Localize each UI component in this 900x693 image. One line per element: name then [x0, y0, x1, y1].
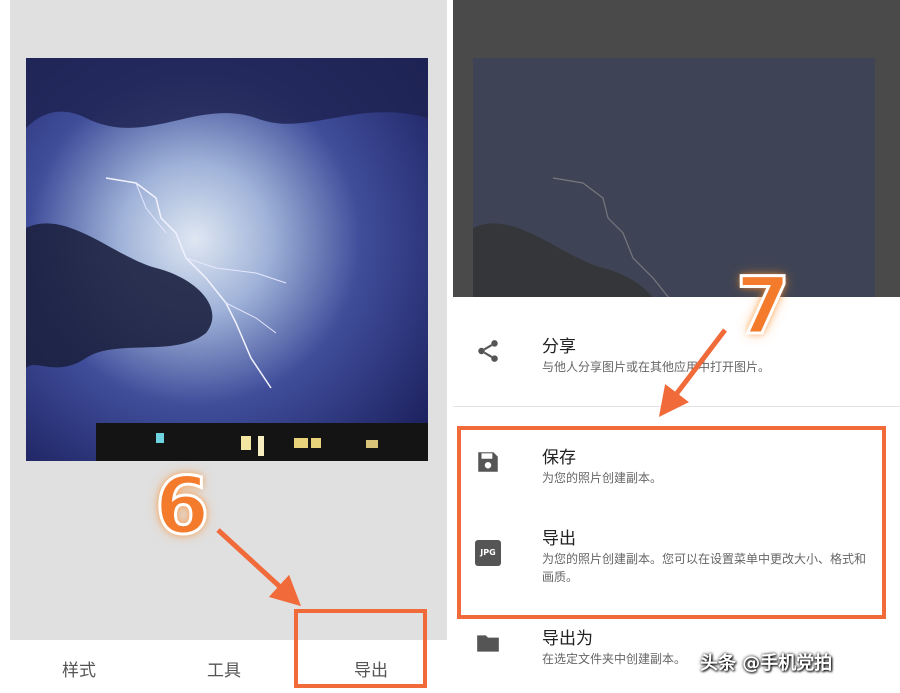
step-number-7: 7 — [734, 261, 791, 354]
watermark: 头条 @手机党拍 — [700, 653, 833, 674]
save-export-highlight — [457, 426, 886, 619]
lightning-photo — [26, 58, 428, 461]
lightning-photo-dimmed — [473, 58, 875, 297]
menu-divider — [453, 406, 900, 407]
tab-styles[interactable]: 样式 — [62, 656, 96, 681]
dimmed-photo-area — [453, 0, 900, 297]
step-number-6: 6 — [153, 461, 210, 554]
share-desc: 与他人分享图片或在其他应用中打开图片。 — [542, 360, 771, 374]
tab-tools[interactable]: 工具 — [207, 656, 241, 681]
export-tab-highlight — [294, 609, 427, 688]
folder-icon — [477, 635, 499, 652]
export-as-title[interactable]: 导出为 — [542, 624, 593, 649]
share-title[interactable]: 分享 — [542, 332, 576, 357]
left-screen — [0, 0, 447, 693]
share-icon — [478, 340, 498, 362]
